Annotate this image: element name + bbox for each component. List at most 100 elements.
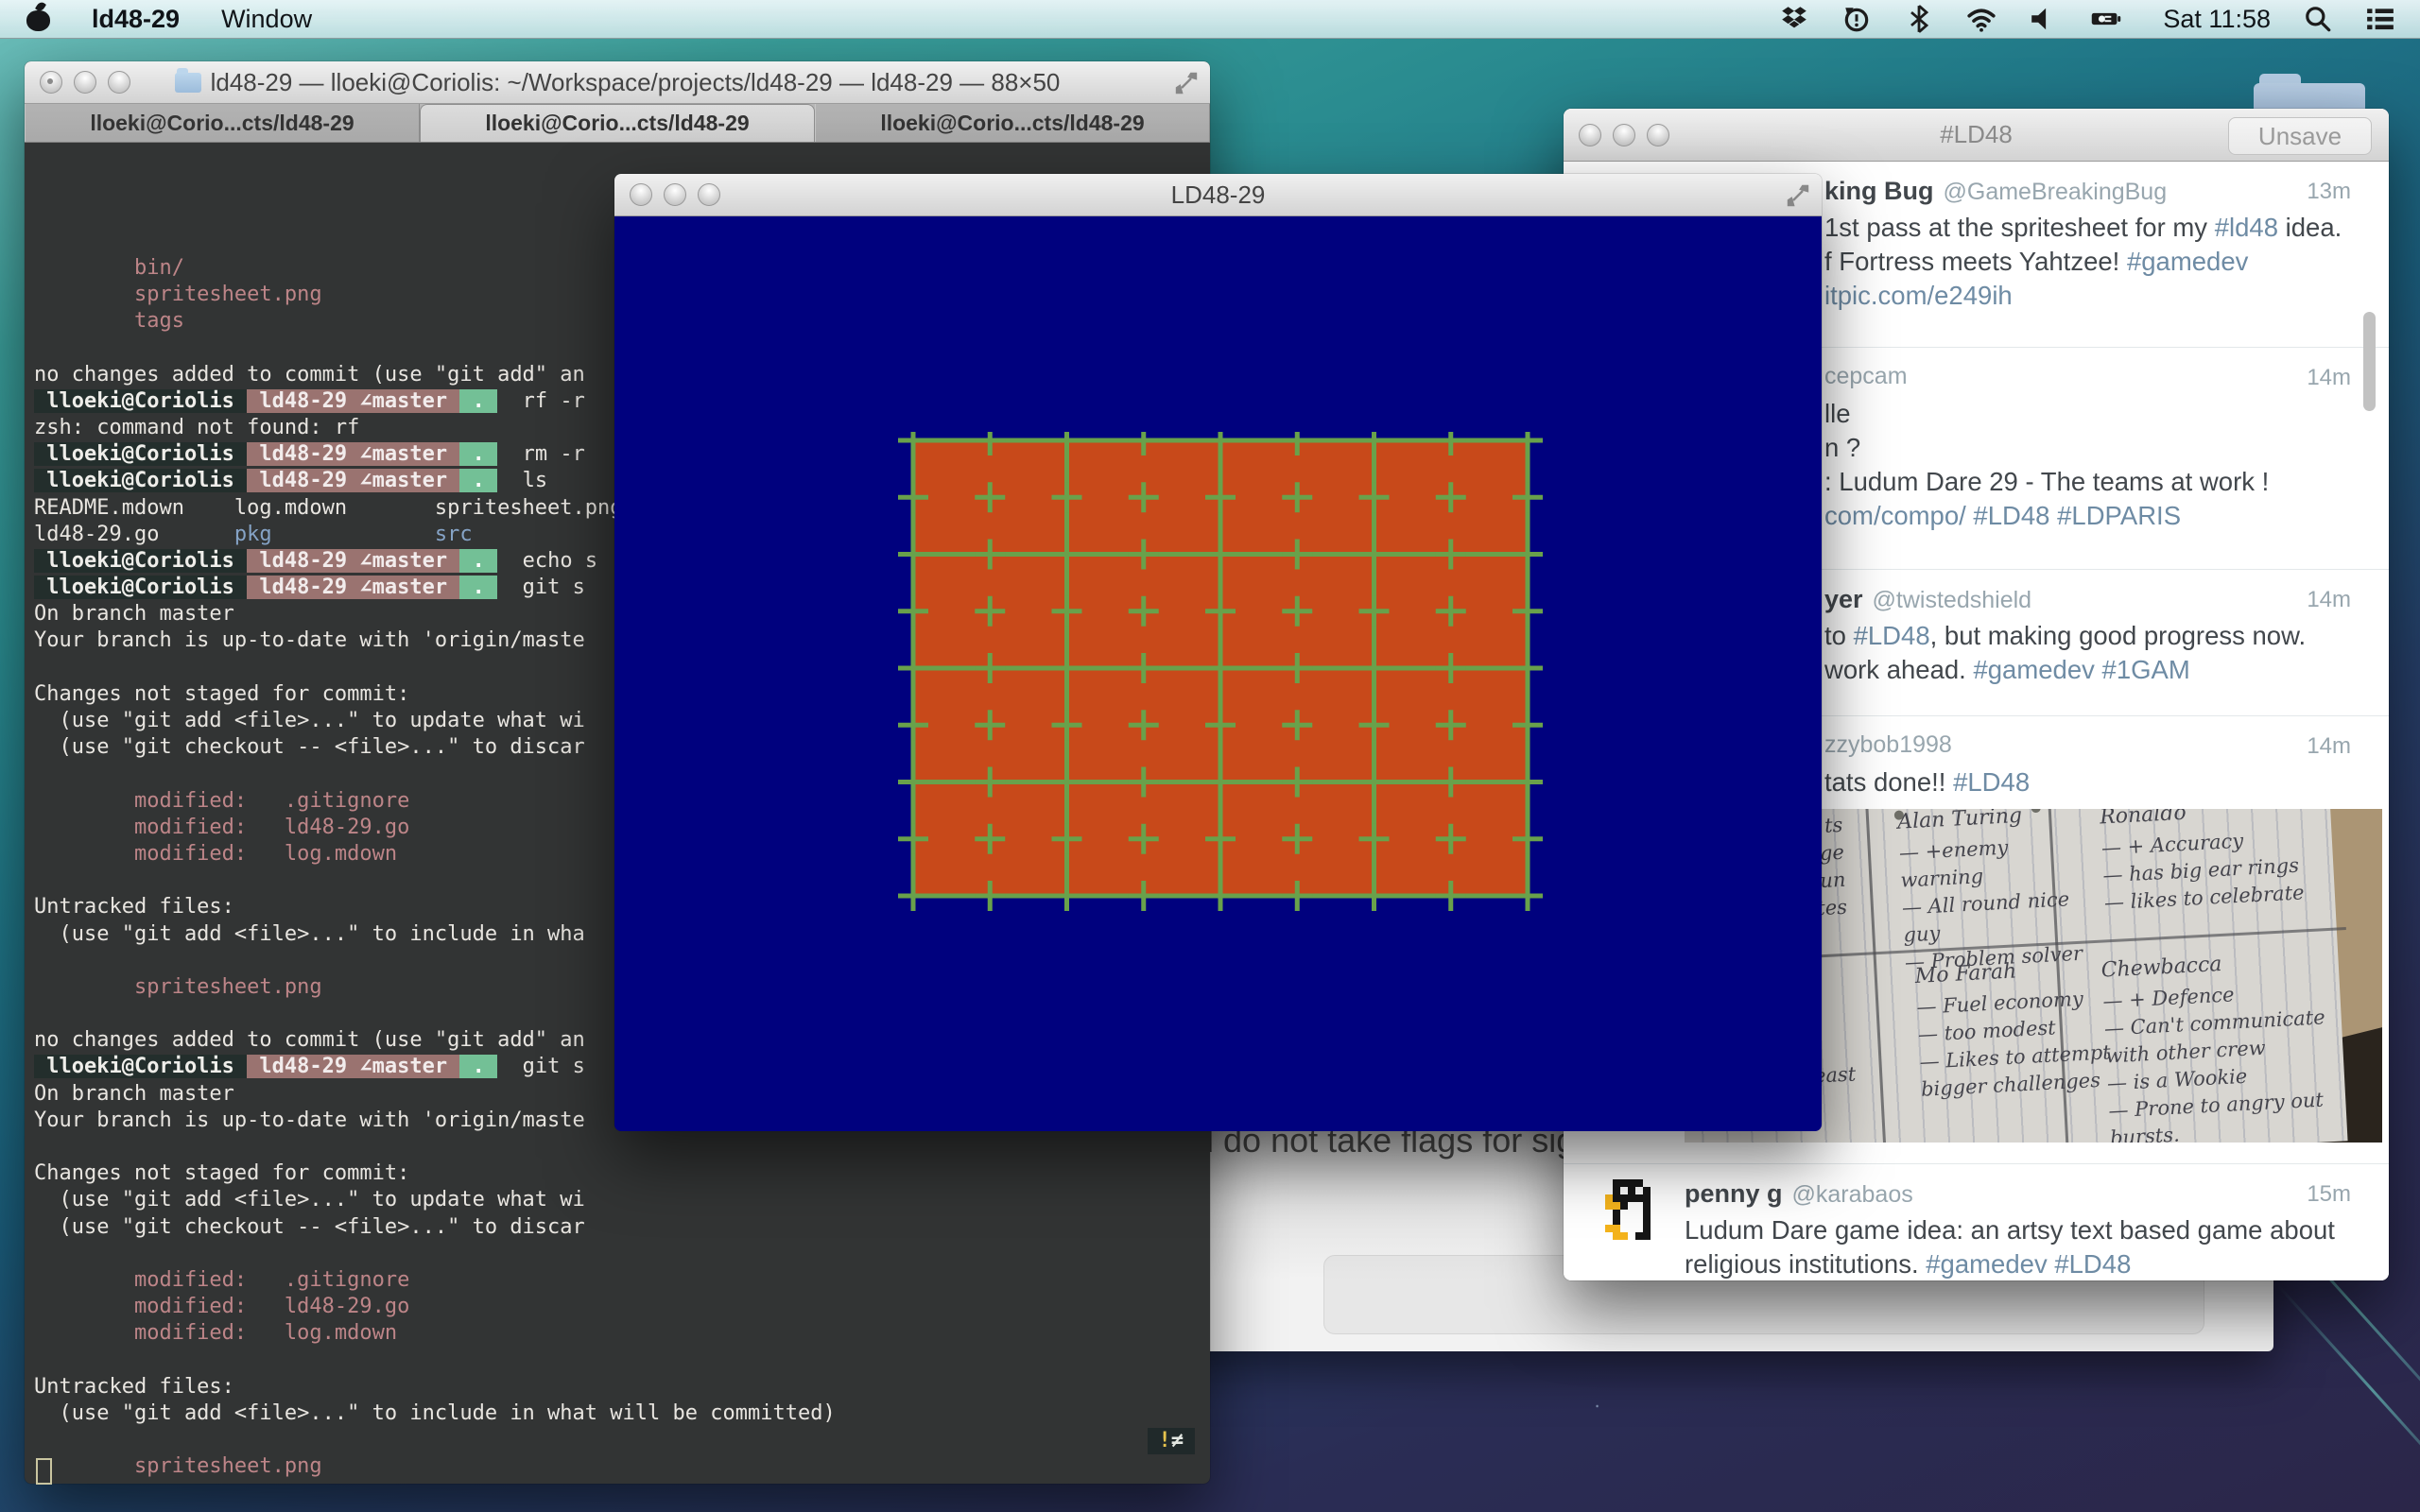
minimize-button[interactable] (74, 71, 96, 94)
tweet-handle[interactable]: @GameBreakingBug (1944, 179, 2168, 205)
terminal-line: Untracked files: (34, 1374, 1210, 1400)
terminal-line: (use "git add <file>..." to include in w… (34, 1400, 1210, 1427)
hashtag-link[interactable]: #1GAM (2102, 655, 2190, 684)
tux-penguin-avatar (1605, 1179, 1666, 1240)
tweet-text-line: 1st pass at the spritesheet for my #ld48… (1824, 211, 2366, 245)
photo-note-column: Ronaldo— + Accuracy— has big ear rings— … (2100, 809, 2332, 917)
tweet-text-line: to #LD48, but making good progress now. (1824, 619, 2366, 653)
volume-muted-icon[interactable] (2029, 4, 2059, 34)
tweet-timestamp: 13m (2307, 179, 2351, 205)
hashtag-link[interactable]: #LD48 (1973, 501, 2049, 530)
zoom-button[interactable] (1647, 124, 1669, 146)
hashtag-link[interactable]: #LDPARIS (2057, 501, 2181, 530)
proxy-folder-icon (175, 73, 201, 93)
photo-note-item: — +enemy warning (1898, 830, 2090, 894)
spritesheet-grid (894, 432, 1547, 918)
terminal-line (34, 1241, 1210, 1267)
photo-column-line (1865, 809, 1888, 1143)
terminal-titlebar[interactable]: ld48-29 — lloeki@Coriolis: ~/Workspace/p… (25, 61, 1210, 104)
terminal-window-title: ld48-29 — lloeki@Coriolis: ~/Workspace/p… (211, 68, 1061, 97)
hashtag-link[interactable]: #LD48 (2054, 1249, 2131, 1279)
unsave-button[interactable]: Unsave (2228, 117, 2372, 155)
tweet-timestamp: 14m (2307, 365, 2351, 391)
hashtag-link[interactable]: #gamedev (2127, 247, 2248, 276)
scrollbar-thumb[interactable] (2363, 312, 2376, 411)
tweet-text-line: n ? (1824, 431, 2366, 465)
hashtag-link[interactable]: #LD48 (1953, 767, 2030, 797)
notification-center-icon[interactable] (2365, 4, 2395, 34)
hashtag-link[interactable]: com/compo/ (1824, 501, 1973, 530)
hashtag-link[interactable]: #gamedev (1973, 655, 2094, 684)
terminal-tab-2[interactable]: lloeki@Corio...cts/ld48-29 (420, 104, 815, 142)
terminal-line: modified: .gitignore (34, 1267, 1210, 1294)
menubar-app-name[interactable]: ld48-29 (92, 5, 180, 34)
hashtag-link[interactable]: #ld48 (2215, 213, 2278, 242)
spotlight-icon[interactable] (2303, 4, 2333, 34)
twitter-titlebar[interactable]: #LD48 Unsave (1564, 109, 2389, 162)
tweet-text-line: Ludum Dare game idea: an artsy text base… (1685, 1213, 2366, 1247)
tweet-handle[interactable]: @twistedshield (1873, 587, 2032, 613)
tweet[interactable]: penny g@karabaos15mLudum Dare game idea:… (1564, 1164, 2389, 1280)
minimize-button[interactable] (1613, 124, 1635, 146)
terminal-line: (use "git checkout -- <file>..." to disc… (34, 1214, 1210, 1241)
tweet-text-line: : Ludum Dare 29 - The teams at work ! (1824, 465, 2366, 499)
terminal-line: modified: ld48-29.go (34, 1294, 1210, 1320)
minimize-button[interactable] (664, 183, 686, 206)
tweet-text-line: religious institutions. #gamedev #LD48 (1685, 1247, 2366, 1280)
tweet-display-name[interactable]: king Bug (1824, 177, 1934, 205)
tweet-text-line: lle (1824, 397, 2366, 431)
terminal-line (34, 1427, 1210, 1453)
battery-charging-icon[interactable] (2091, 4, 2131, 34)
terminal-tab-1[interactable]: lloeki@Corio...cts/ld48-29 (25, 104, 420, 142)
close-button[interactable] (630, 183, 652, 206)
dropbox-icon[interactable] (1779, 4, 1809, 34)
terminal-line: Changes not staged for commit: (34, 1160, 1210, 1187)
game-window-title: LD48-29 (614, 180, 1822, 210)
tweet-handle[interactable]: @karabaos (1792, 1181, 1913, 1208)
hashtag-link[interactable]: #LD48 (1854, 621, 1930, 650)
tweet-timestamp: 14m (2307, 733, 2351, 760)
tweet-text-line: f Fortress meets Yahtzee! #gamedev (1824, 245, 2366, 279)
prompt-status-badge: !≠ (1148, 1428, 1196, 1454)
tweet-text-line: tats done!! #LD48 (1824, 765, 2366, 799)
tweet-header: zzybob1998 14m (1824, 731, 2366, 765)
terminal-line: spritesheet.png (34, 1453, 1210, 1480)
bluetooth-icon[interactable] (1904, 4, 1934, 34)
menubar-clock[interactable]: Sat 11:58 (2163, 5, 2271, 34)
terminal-tab-3[interactable]: lloeki@Corio...cts/ld48-29 (815, 104, 1210, 142)
photo-note-column: Mo Farah— Fuel economy— too modest— Like… (1914, 953, 2120, 1104)
zoom-button[interactable] (108, 71, 130, 94)
close-button[interactable] (40, 71, 62, 94)
fullscreen-icon[interactable] (1786, 183, 1810, 208)
tweet-display-name[interactable]: penny g (1685, 1179, 1783, 1208)
terminal-line: (use "git add <file>..." to update what … (34, 1187, 1210, 1213)
tweet-handle[interactable]: zzybob1998 (1824, 731, 1952, 758)
menu-bar: ld48-29 Window Sat 11:58 (0, 0, 2420, 39)
wifi-icon[interactable] (1966, 4, 1996, 34)
fullscreen-icon[interactable] (1174, 71, 1199, 95)
hashtag-link[interactable]: itpic.com/e249ih (1824, 281, 2013, 310)
terminal-line: modified: log.mdown (34, 1320, 1210, 1347)
tweet-text-line: com/compo/ #LD48 #LDPARIS (1824, 499, 2366, 533)
tweet-header: king Bug @GameBreakingBug 13m (1824, 177, 2366, 211)
close-button[interactable] (1579, 124, 1601, 146)
photo-note-item: — All round nice guy (1901, 885, 2093, 949)
apple-menu-icon[interactable] (26, 10, 50, 31)
game-canvas[interactable] (614, 216, 1822, 1131)
zoom-button[interactable] (698, 183, 720, 206)
tweet-text-line: itpic.com/e249ih (1824, 279, 2366, 313)
terminal-tab-bar: lloeki@Corio...cts/ld48-29 lloeki@Corio.… (25, 104, 1210, 143)
tweet-text-line: work ahead. #gamedev #1GAM (1824, 653, 2366, 687)
tweet-header: cepcam 14m (1824, 363, 2366, 397)
photo-note-item: — Likes to attempt bigger challenges (1919, 1039, 2120, 1104)
time-machine-icon[interactable] (1841, 4, 1872, 34)
tweet-handle[interactable]: cepcam (1824, 363, 1908, 389)
hashtag-link[interactable]: #gamedev (1926, 1249, 2047, 1279)
terminal-line (34, 1134, 1210, 1160)
photo-note-column: Alan Turing— +enemy warning— All round n… (1897, 809, 2095, 977)
menubar-menu-window[interactable]: Window (221, 5, 312, 34)
tweet-timestamp: 14m (2307, 587, 2351, 613)
tweet-display-name[interactable]: yer (1824, 585, 1863, 613)
terminal-cursor (36, 1458, 52, 1485)
game-titlebar[interactable]: LD48-29 (614, 174, 1822, 216)
